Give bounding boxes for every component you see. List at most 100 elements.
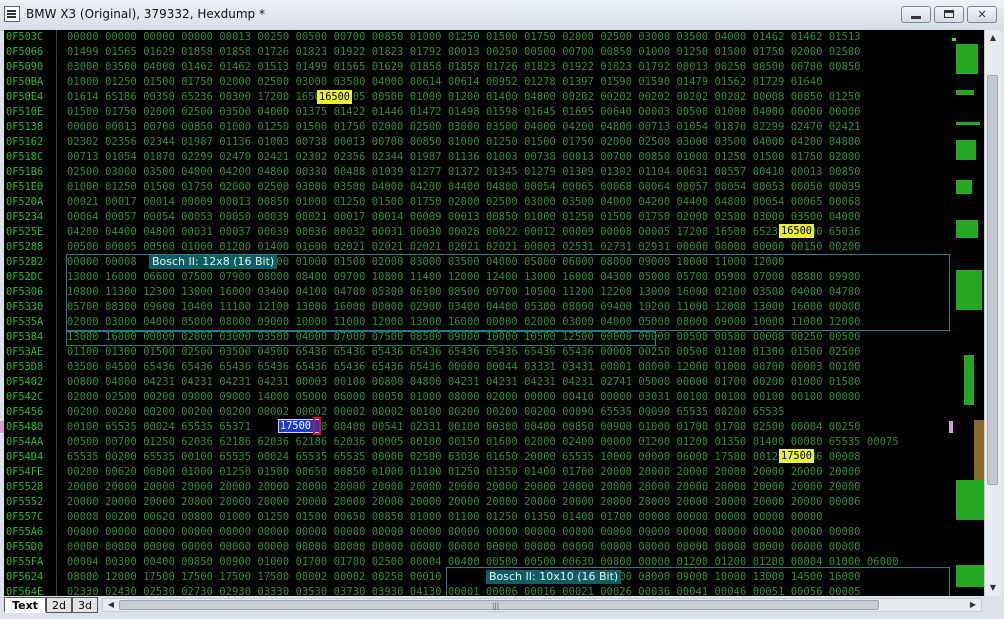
row-address: 0F52DC bbox=[6, 271, 44, 283]
row-address: 0F5162 bbox=[6, 136, 44, 148]
horizontal-scroll-thumb[interactable]: ||| bbox=[119, 600, 879, 610]
row-address: 0F55FA bbox=[6, 556, 44, 568]
row-values[interactable]: 01100 01300 01500 02500 03500 04500 6543… bbox=[67, 346, 861, 358]
overview-strip[interactable] bbox=[952, 30, 984, 596]
horizontal-scrollbar[interactable]: ◀ ||| ▶ bbox=[102, 598, 982, 612]
row-values[interactable]: 00008 00200 00620 00800 01000 01250 0150… bbox=[67, 511, 823, 523]
row-values[interactable]: 00021 00017 00014 00009 00013 00850 0100… bbox=[67, 196, 861, 208]
row-address: 0F5288 bbox=[6, 241, 44, 253]
row-address: 0F53AE bbox=[6, 346, 44, 358]
hexdump-app-icon[interactable] bbox=[4, 6, 20, 22]
row-address: 0F510E bbox=[6, 106, 44, 118]
row-values[interactable]: 00064 00057 00054 00053 00050 00039 0002… bbox=[67, 211, 861, 223]
row-address: 0F50BA bbox=[6, 76, 44, 88]
title-bar[interactable]: BMW X3 (Original), 379332, Hexdump * ✕ bbox=[0, 0, 1004, 31]
row-values[interactable]: 00100 65535 00024 65535 65371 02000 0040… bbox=[67, 421, 861, 433]
overview-bar bbox=[956, 90, 974, 95]
row-values[interactable]: 00200 00620 00800 01000 01250 01500 0065… bbox=[67, 466, 861, 478]
scroll-up-icon[interactable]: ▲ bbox=[985, 30, 1001, 46]
overview-bar bbox=[956, 480, 984, 520]
row-values[interactable]: 65535 00200 65535 00100 65535 00024 6553… bbox=[67, 451, 861, 463]
row-address: 0F5624 bbox=[6, 571, 44, 583]
overview-bar bbox=[956, 180, 972, 194]
row-values[interactable]: 01499 01565 01629 01858 01858 01726 0182… bbox=[67, 46, 861, 58]
vertical-scroll-thumb[interactable] bbox=[987, 75, 998, 485]
overview-bar bbox=[964, 355, 974, 405]
row-address: 0F5528 bbox=[6, 481, 44, 493]
row-values[interactable]: 02500 03000 03500 04000 04200 04800 0033… bbox=[67, 166, 861, 178]
edit-caret bbox=[313, 417, 321, 435]
address-separator bbox=[56, 30, 57, 596]
highlighted-value[interactable]: 16500 bbox=[317, 90, 352, 104]
row-marker-left bbox=[0, 421, 4, 433]
row-values[interactable]: 02302 02356 02344 01987 01136 01003 0073… bbox=[67, 136, 861, 148]
highlighted-value[interactable]: 17500 bbox=[779, 449, 814, 463]
tab-text[interactable]: Text bbox=[4, 597, 46, 613]
maximize-button[interactable] bbox=[934, 6, 964, 23]
tab-2d[interactable]: 2d bbox=[46, 597, 72, 613]
row-values[interactable]: 03500 04500 65436 65436 65436 65436 6543… bbox=[67, 361, 861, 373]
close-button[interactable]: ✕ bbox=[967, 6, 997, 23]
window-title: BMW X3 (Original), 379332, Hexdump * bbox=[26, 7, 265, 21]
row-values[interactable]: 03000 03500 04000 01462 01462 01513 0149… bbox=[67, 61, 861, 73]
row-values[interactable]: 01614 65186 00350 65236 00300 17200 1650… bbox=[67, 91, 861, 103]
overview-marker bbox=[952, 38, 956, 41]
row-values[interactable]: 01000 01250 01500 01750 02000 02500 0300… bbox=[67, 181, 861, 193]
row-address: 0F55D0 bbox=[6, 541, 44, 553]
row-address: 0F535A bbox=[6, 316, 44, 328]
row-values[interactable]: 00500 00005 00500 01000 01200 01400 0160… bbox=[67, 241, 861, 253]
row-address: 0F5552 bbox=[6, 496, 44, 508]
highlighted-value[interactable]: 16500 bbox=[779, 224, 814, 238]
row-address: 0F525E bbox=[6, 226, 44, 238]
row-address: 0F54FE bbox=[6, 466, 44, 478]
row-values[interactable]: 01500 01750 02000 02500 03500 04000 0137… bbox=[67, 106, 861, 118]
row-address: 0F54AA bbox=[6, 436, 44, 448]
application-window: BMW X3 (Original), 379332, Hexdump * ✕ 0… bbox=[0, 0, 1004, 619]
row-values[interactable]: 00000 00000 00000 00000 00000 00000 0000… bbox=[67, 541, 861, 553]
row-address: 0F51E0 bbox=[6, 181, 44, 193]
row-values[interactable]: 01000 01250 01500 01750 02000 02500 0300… bbox=[67, 76, 823, 88]
row-address: 0F5456 bbox=[6, 406, 44, 418]
row-values[interactable]: 00713 01054 01870 02299 02470 02421 0230… bbox=[67, 151, 861, 163]
row-address: 0F520A bbox=[6, 196, 44, 208]
row-address: 0F5402 bbox=[6, 376, 44, 388]
row-values[interactable]: 00000 00000 00000 00000 00000 00000 0000… bbox=[67, 526, 861, 538]
row-address: 0F5330 bbox=[6, 301, 44, 313]
overview-bar bbox=[956, 122, 980, 125]
row-values[interactable]: 00500 00700 01250 62036 62186 62036 6218… bbox=[67, 436, 899, 448]
row-address: 0F5138 bbox=[6, 121, 44, 133]
scroll-down-icon[interactable]: ▼ bbox=[985, 580, 1001, 596]
row-values[interactable]: 20000 20000 20000 20000 20000 20000 2000… bbox=[67, 496, 861, 508]
hexdump-view[interactable]: 0F503C 00000 00000 00000 00000 00013 0025… bbox=[4, 30, 952, 596]
row-address: 0F54D4 bbox=[6, 451, 44, 463]
row-address: 0F564E bbox=[6, 586, 44, 596]
overview-bar bbox=[956, 220, 978, 238]
row-address: 0F50E4 bbox=[6, 91, 44, 103]
row-values[interactable]: 00200 00200 00200 00200 00200 00002 0000… bbox=[67, 406, 784, 418]
row-values[interactable]: 00000 00000 00000 00000 00013 00250 0050… bbox=[67, 31, 861, 43]
map-label-12x8[interactable]: Bosch II: 12x8 (16 Bit) bbox=[149, 255, 278, 269]
row-values[interactable]: 02000 02500 00200 09000 09000 14000 0500… bbox=[67, 391, 861, 403]
row-values[interactable]: 00800 04800 04231 04231 04231 04231 0000… bbox=[67, 376, 861, 388]
close-icon: ✕ bbox=[977, 8, 987, 21]
row-address: 0F518C bbox=[6, 151, 44, 163]
scroll-left-icon[interactable]: ◀ bbox=[105, 599, 117, 611]
scroll-right-icon[interactable]: ▶ bbox=[967, 599, 979, 611]
row-address: 0F542C bbox=[6, 391, 44, 403]
row-address: 0F5306 bbox=[6, 286, 44, 298]
overview-bar bbox=[956, 140, 976, 160]
row-values[interactable]: 04200 04400 04800 00031 00037 00039 0003… bbox=[67, 226, 861, 238]
overview-bar bbox=[956, 565, 984, 587]
row-values[interactable]: 20000 20000 20000 20000 20000 20000 2000… bbox=[67, 481, 861, 493]
bottom-bar: Text 2d 3d ◀ ||| ▶ bbox=[0, 596, 1004, 619]
vertical-scrollbar[interactable]: ▲ ▼ bbox=[984, 30, 1001, 596]
minimize-button[interactable] bbox=[901, 6, 931, 23]
tab-3d[interactable]: 3d bbox=[72, 597, 98, 613]
row-address: 0F5066 bbox=[6, 46, 44, 58]
row-address: 0F5480 bbox=[6, 421, 44, 433]
map-frame-12x8-tail[interactable] bbox=[66, 331, 656, 346]
row-values[interactable]: 00000 00013 00700 00850 01000 01250 0150… bbox=[67, 121, 861, 133]
overview-bar bbox=[956, 44, 978, 74]
row-address: 0F5090 bbox=[6, 61, 44, 73]
map-label-10x10[interactable]: Bosch II: 10x10 (16 Bit) bbox=[486, 570, 622, 584]
